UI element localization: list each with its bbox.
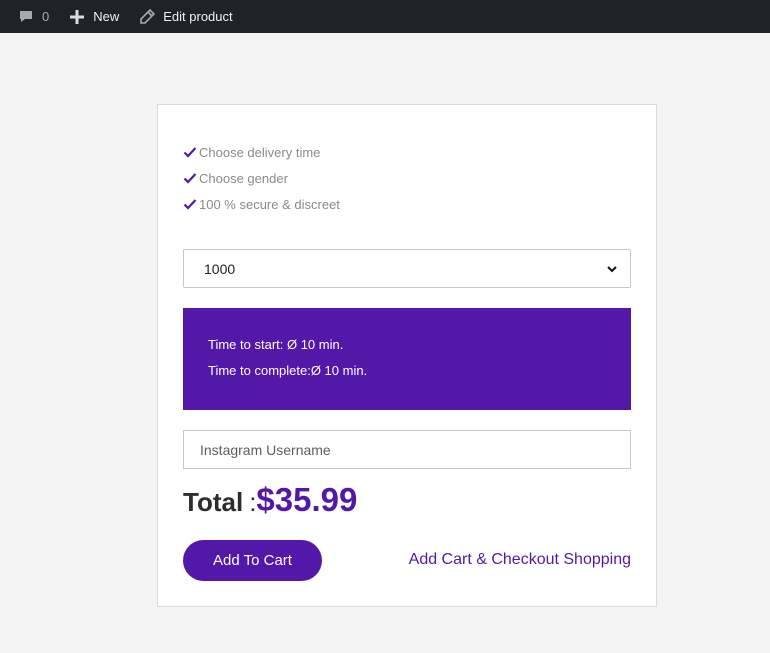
add-cart-checkout-link[interactable]: Add Cart & Checkout Shopping [409,551,631,569]
edit-product-label: Edit product [163,9,233,24]
total-separator: : [249,487,257,517]
time-to-start: Time to start: Ø 10 min. [208,337,344,352]
product-card: Choose delivery time Choose gender 100 %… [157,104,657,607]
checkmark-icon [183,145,197,159]
feature-label: Choose gender [199,170,288,186]
checkmark-icon [183,171,197,185]
feature-label: Choose delivery time [199,144,321,160]
feature-item: Choose gender [183,165,340,191]
checkmark-icon [183,197,197,211]
comment-bubble-icon [16,7,36,27]
feature-list: Choose delivery time Choose gender 100 %… [183,139,340,217]
time-info-box: Time to start: Ø 10 min. Time to complet… [183,308,631,410]
comments-count: 0 [42,9,50,24]
quantity-select-value: 1000 [204,260,236,277]
feature-item: Choose delivery time [183,139,340,165]
add-to-cart-button[interactable]: Add To Cart [183,540,322,581]
new-label: New [93,9,120,24]
quantity-select[interactable]: 1000 [183,249,631,288]
feature-item: 100 % secure & discreet [183,191,340,217]
total-label: Total [183,487,244,517]
total-price: Total : $35.99 [183,481,357,521]
chevron-down-icon [606,263,618,275]
admin-bar-comments[interactable]: 0 [0,0,57,33]
instagram-username-input[interactable] [183,430,631,469]
admin-bar-edit-product[interactable]: Edit product [127,0,240,33]
total-amount: $35.99 [256,481,358,518]
time-to-complete: Time to complete:Ø 10 min. [208,363,368,378]
pencil-icon [137,7,157,27]
feature-label: 100 % secure & discreet [199,196,340,212]
plus-icon [67,7,87,27]
admin-bar: 0 New Edit product [0,0,770,33]
admin-bar-new[interactable]: New [57,0,127,33]
